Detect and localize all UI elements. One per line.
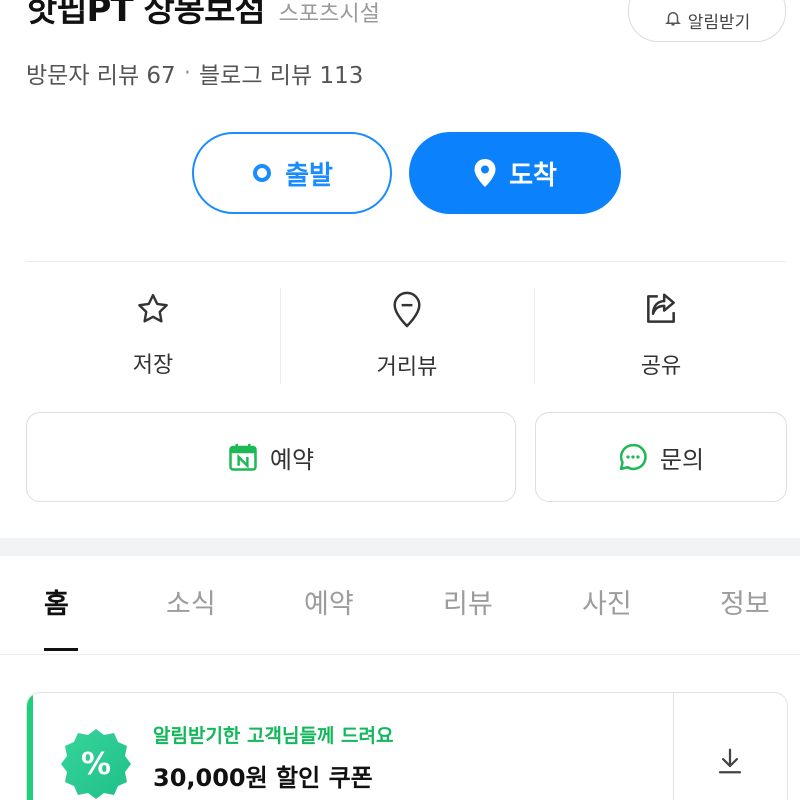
start-label: 출발 — [285, 160, 333, 191]
tab-reservation[interactable]: 예약 — [304, 582, 354, 621]
chat-bubble-icon — [618, 442, 648, 472]
star-icon — [134, 291, 172, 331]
arrive-route-button[interactable]: 도착 — [409, 132, 621, 214]
section-separator — [0, 538, 800, 556]
reserve-button[interactable]: 예약 — [26, 412, 516, 502]
share-button[interactable]: 공유 — [534, 270, 788, 400]
active-tab-indicator — [44, 648, 78, 651]
tab-news[interactable]: 소식 — [166, 582, 216, 621]
tab-reviews[interactable]: 리뷰 — [443, 582, 493, 621]
streetview-label: 거리뷰 — [376, 355, 438, 380]
visitor-review-link[interactable]: 방문자 리뷰 67 — [26, 56, 176, 90]
review-separator: · — [183, 60, 192, 86]
share-label: 공유 — [640, 354, 682, 379]
coupon-divider — [673, 693, 674, 800]
coupon-title: 30,000원 할인 쿠폰 — [153, 764, 373, 792]
tab-info[interactable]: 정보 — [720, 582, 770, 621]
share-icon — [642, 290, 680, 332]
reserve-label: 예약 — [269, 445, 315, 474]
coupon-card[interactable]: % 알림받기한 고객님들께 드려요 30,000원 할인 쿠폰 — [26, 692, 788, 800]
inquiry-label: 문의 — [659, 445, 705, 474]
place-header: 핫핍PT 상봉보점 스포츠시설 — [26, 0, 380, 31]
save-label: 저장 — [132, 353, 174, 378]
start-route-button[interactable]: 출발 — [192, 132, 392, 214]
action-row: 저장 거리뷰 공유 — [26, 270, 788, 400]
section-divider — [26, 261, 786, 262]
review-summary: 방문자 리뷰 67 · 블로그 리뷰 113 — [26, 56, 363, 90]
coupon-accent-bar — [27, 693, 33, 800]
coupon-badge-symbol: % — [81, 747, 111, 782]
streetview-button[interactable]: 거리뷰 — [280, 270, 534, 400]
tab-photos[interactable]: 사진 — [582, 582, 632, 621]
save-button[interactable]: 저장 — [26, 270, 280, 400]
coupon-badge-icon: % — [61, 729, 131, 799]
blog-review-link[interactable]: 블로그 리뷰 113 — [199, 56, 363, 90]
place-category: 스포츠시설 — [278, 2, 380, 27]
tab-bar-border — [0, 654, 800, 655]
streetview-pin-icon — [388, 289, 426, 333]
place-title: 핫핍PT 상봉보점 — [26, 0, 266, 30]
coupon-text: 알림받기한 고객님들께 드려요 30,000원 할인 쿠폰 — [153, 721, 393, 793]
alarm-button[interactable]: 알림받기 — [628, 0, 786, 42]
download-icon — [715, 746, 745, 780]
tab-home[interactable]: 홈 — [44, 582, 69, 621]
coupon-subtitle: 알림받기한 고객님들께 드려요 — [153, 725, 394, 747]
location-pin-icon — [473, 158, 497, 188]
action-divider — [534, 288, 535, 384]
arrive-label: 도착 — [509, 160, 557, 191]
origin-dot-icon — [251, 162, 273, 184]
alarm-label: 알림받기 — [687, 12, 751, 33]
coupon-download-button[interactable] — [695, 743, 765, 783]
action-divider — [280, 288, 281, 384]
bell-icon — [664, 9, 688, 32]
tab-bar: 홈 소식 예약 리뷰 사진 정보 — [0, 556, 800, 654]
inquiry-button[interactable]: 문의 — [535, 412, 787, 502]
naver-calendar-icon — [228, 442, 258, 472]
